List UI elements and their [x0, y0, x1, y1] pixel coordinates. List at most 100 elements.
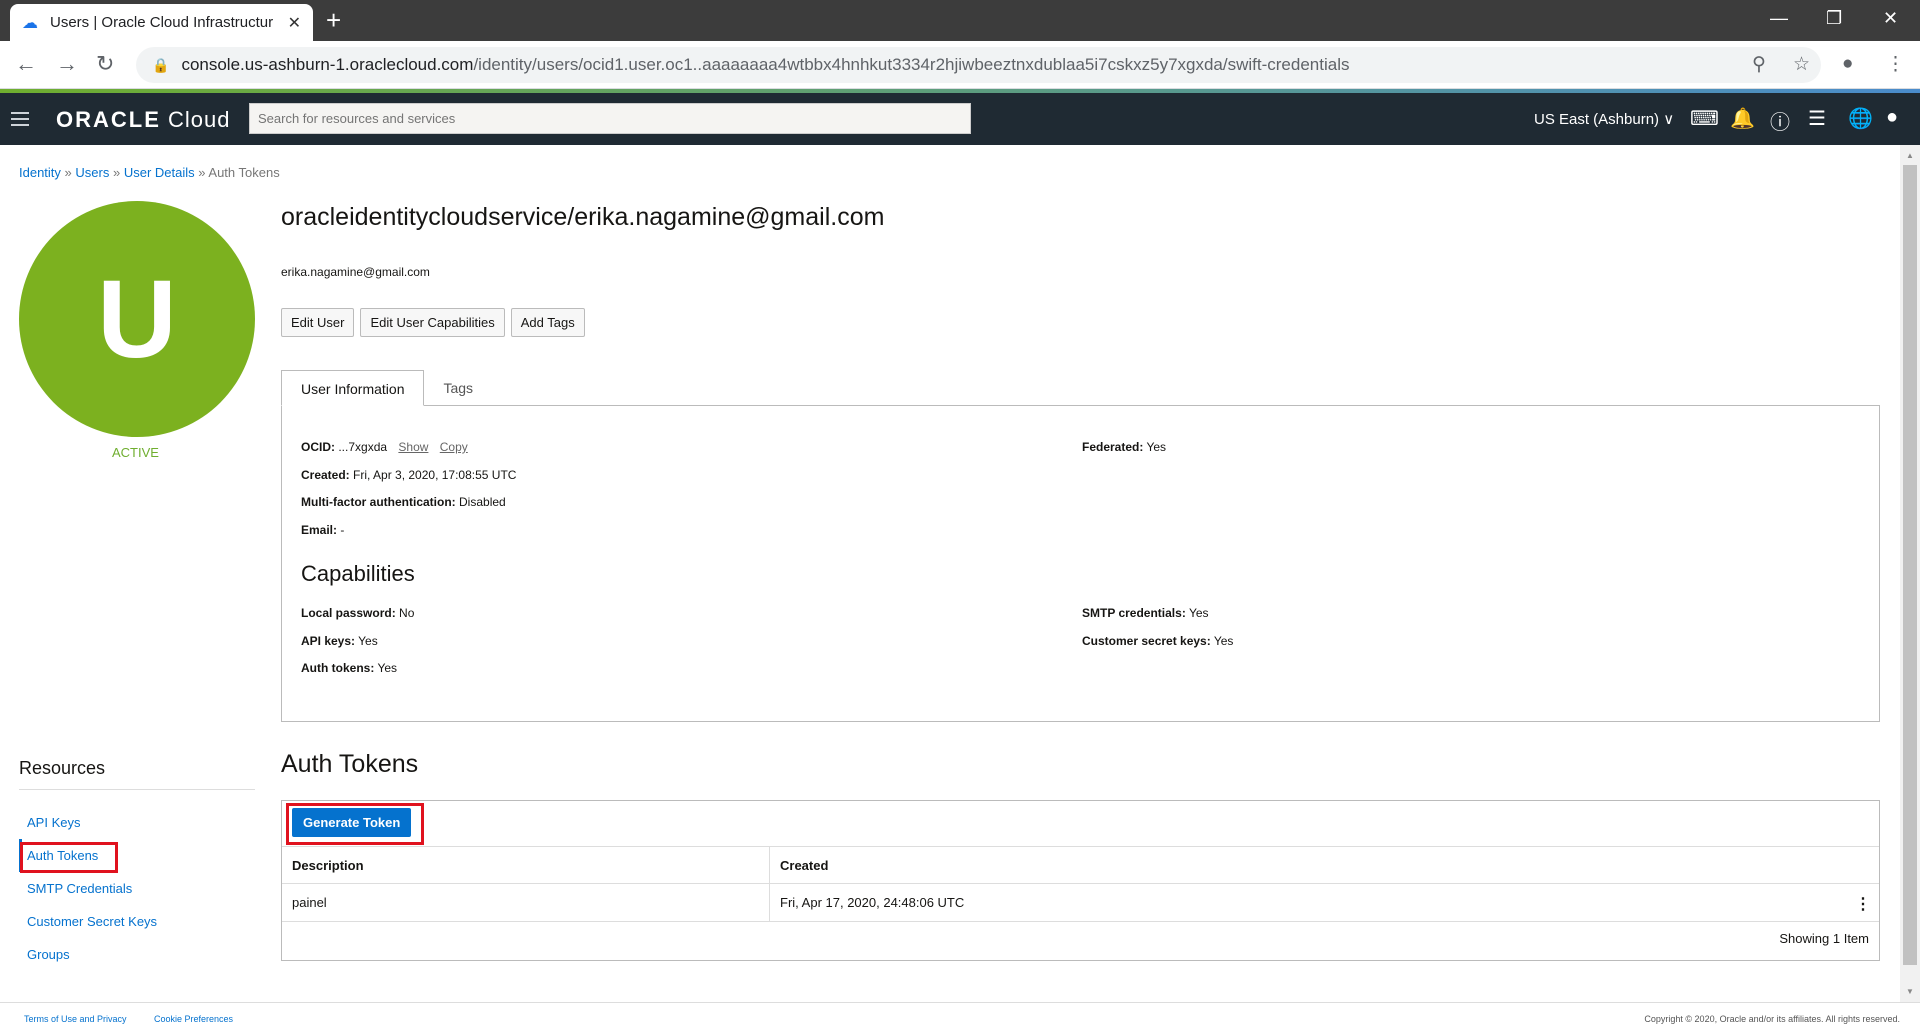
minimize-icon[interactable]: — [1770, 8, 1788, 29]
created-value: Fri, Apr 3, 2020, 17:08:55 UTC [353, 468, 517, 482]
tab-close-icon[interactable]: ✕ [288, 13, 301, 33]
user-email: erika.nagamine@gmail.com [281, 265, 430, 279]
table-header: Description Created [282, 846, 1879, 884]
resources-list: API Keys Auth Tokens SMTP Credentials Cu… [19, 806, 255, 971]
breadcrumb-users[interactable]: Users [75, 165, 109, 180]
profile-icon[interactable]: ● [1842, 53, 1853, 75]
scroll-down-icon[interactable]: ▼ [1906, 987, 1914, 996]
email-label: Email: [301, 523, 338, 537]
customer-secret-label: Customer secret keys: [1082, 634, 1211, 648]
scrollbar-thumb[interactable] [1903, 165, 1917, 965]
auth-tokens-row: Auth tokens: Yes [301, 661, 397, 675]
add-tags-button[interactable]: Add Tags [510, 308, 585, 337]
browser-tab-bar: ☁ Users | Oracle Cloud Infrastructur ✕ +… [0, 0, 1920, 41]
address-bar[interactable]: 🔒 console.us-ashburn-1.oraclecloud.com/i… [136, 47, 1821, 83]
console-header: ORACLE Cloud US East (Ashburn) ∨ ⌨ 🔔 ⓘ ☰… [0, 93, 1920, 145]
tab-title: Users | Oracle Cloud Infrastructur [50, 14, 274, 31]
federated-label: Federated: [1082, 440, 1144, 454]
mfa-label: Multi-factor authentication: [301, 495, 456, 509]
resource-smtp-credentials[interactable]: SMTP Credentials [19, 872, 255, 905]
ocid-row: OCID: ...7xgxda Show Copy [301, 440, 468, 454]
capabilities-title: Capabilities [301, 561, 415, 586]
resource-groups[interactable]: Groups [19, 938, 255, 971]
language-icon[interactable]: 🌐 [1848, 106, 1873, 131]
breadcrumb-user-details[interactable]: User Details [124, 165, 195, 180]
breadcrumb: Identity » Users » User Details » Auth T… [19, 165, 280, 180]
cell-created: Fri, Apr 17, 2020, 24:48:06 UTC [769, 884, 1769, 921]
local-password-row: Local password: No [301, 606, 414, 620]
highlight-box [286, 803, 424, 845]
federated-value: Yes [1146, 440, 1167, 454]
tab-tags[interactable]: Tags [424, 370, 492, 406]
row-actions-icon[interactable]: ⋮ [1855, 894, 1871, 914]
terms-link[interactable]: Terms of Use and Privacy [24, 1014, 127, 1024]
smtp-label: SMTP credentials: [1082, 606, 1186, 620]
email-value: - [340, 523, 345, 537]
ocid-show-link[interactable]: Show [398, 440, 428, 454]
breadcrumb-separator: » [198, 165, 206, 180]
ocid-copy-link[interactable]: Copy [440, 440, 468, 454]
table-row: painel Fri, Apr 17, 2020, 24:48:06 UTC ⋮ [282, 884, 1879, 922]
auth-tokens-table: Generate Token Description Created paine… [281, 800, 1880, 961]
browser-toolbar: ← → ↻ 🔒 console.us-ashburn-1.oraclecloud… [0, 41, 1920, 89]
copyright: Copyright © 2020, Oracle and/or its affi… [1644, 1014, 1900, 1024]
breadcrumb-current: Auth Tokens [208, 165, 280, 180]
page-scrollbar[interactable]: ▲ ▼ [1900, 145, 1920, 1002]
mfa-value: Disabled [459, 495, 506, 509]
cloud-shell-icon[interactable]: ⌨ [1690, 106, 1719, 131]
edit-capabilities-button[interactable]: Edit User Capabilities [360, 308, 505, 337]
ocid-value: ...7xgxda [338, 440, 388, 454]
notifications-icon[interactable]: 🔔 [1730, 106, 1755, 131]
feedback-icon[interactable]: ☰ [1808, 106, 1826, 131]
column-header-description[interactable]: Description [282, 847, 769, 883]
scroll-up-icon[interactable]: ▲ [1906, 151, 1914, 160]
email-row: Email: - [301, 523, 344, 537]
page-content: Identity » Users » User Details » Auth T… [0, 145, 1900, 1002]
url-host: console.us-ashburn-1.oraclecloud.com [181, 55, 474, 74]
auth-tokens-value: Yes [377, 661, 398, 675]
help-icon[interactable]: ⓘ [1770, 106, 1790, 135]
tab-user-information[interactable]: User Information [281, 370, 425, 406]
local-password-value: No [399, 606, 415, 620]
new-tab-button[interactable]: + [326, 7, 341, 33]
column-header-created[interactable]: Created [769, 847, 1869, 883]
cell-description: painel [292, 895, 327, 910]
menu-dots-icon[interactable]: ⋮ [1886, 53, 1905, 76]
api-keys-row: API keys: Yes [301, 634, 378, 648]
resource-customer-secret-keys[interactable]: Customer Secret Keys [19, 905, 255, 938]
status-badge: ACTIVE [112, 445, 159, 460]
smtp-value: Yes [1188, 606, 1209, 620]
customer-secret-value: Yes [1213, 634, 1234, 648]
user-info-panel: OCID: ...7xgxda Show Copy Created: Fri, … [281, 405, 1880, 722]
logo-brand: ORACLE [56, 107, 161, 132]
user-profile-icon[interactable]: ● [1886, 106, 1898, 129]
customer-secret-row: Customer secret keys: Yes [1082, 634, 1233, 648]
cookie-preferences-link[interactable]: Cookie Preferences [154, 1014, 233, 1024]
star-icon[interactable]: ☆ [1793, 53, 1810, 76]
detail-tabs: User Information Tags [281, 370, 492, 406]
avatar: U [19, 201, 255, 437]
browser-tab[interactable]: ☁ Users | Oracle Cloud Infrastructur ✕ [10, 4, 313, 41]
edit-user-button[interactable]: Edit User [281, 308, 355, 337]
restore-icon[interactable]: ❐ [1826, 8, 1842, 29]
page-title: oracleidentitycloudservice/erika.nagamin… [281, 203, 885, 231]
region-selector[interactable]: US East (Ashburn) ∨ [1534, 110, 1674, 128]
breadcrumb-identity[interactable]: Identity [19, 165, 61, 180]
api-keys-value: Yes [358, 634, 378, 648]
auth-tokens-title: Auth Tokens [281, 750, 419, 778]
oracle-cloud-logo[interactable]: ORACLE Cloud [56, 107, 231, 133]
hamburger-menu-icon[interactable] [11, 112, 29, 130]
resource-api-keys[interactable]: API Keys [19, 806, 255, 839]
window-close-icon[interactable]: ✕ [1883, 8, 1898, 29]
ocid-label: OCID: [301, 440, 335, 454]
table-footer: Showing 1 Item [1779, 931, 1869, 946]
back-icon[interactable]: ← [15, 51, 37, 77]
lock-icon: 🔒 [152, 56, 170, 73]
search-input[interactable] [249, 103, 971, 134]
reload-icon[interactable]: ↻ [96, 51, 114, 77]
auth-tokens-label: Auth tokens: [301, 661, 375, 675]
zoom-icon[interactable]: ⚲ [1752, 53, 1766, 76]
forward-icon[interactable]: → [56, 51, 78, 77]
highlight-box [20, 842, 118, 873]
smtp-row: SMTP credentials: Yes [1082, 606, 1209, 620]
